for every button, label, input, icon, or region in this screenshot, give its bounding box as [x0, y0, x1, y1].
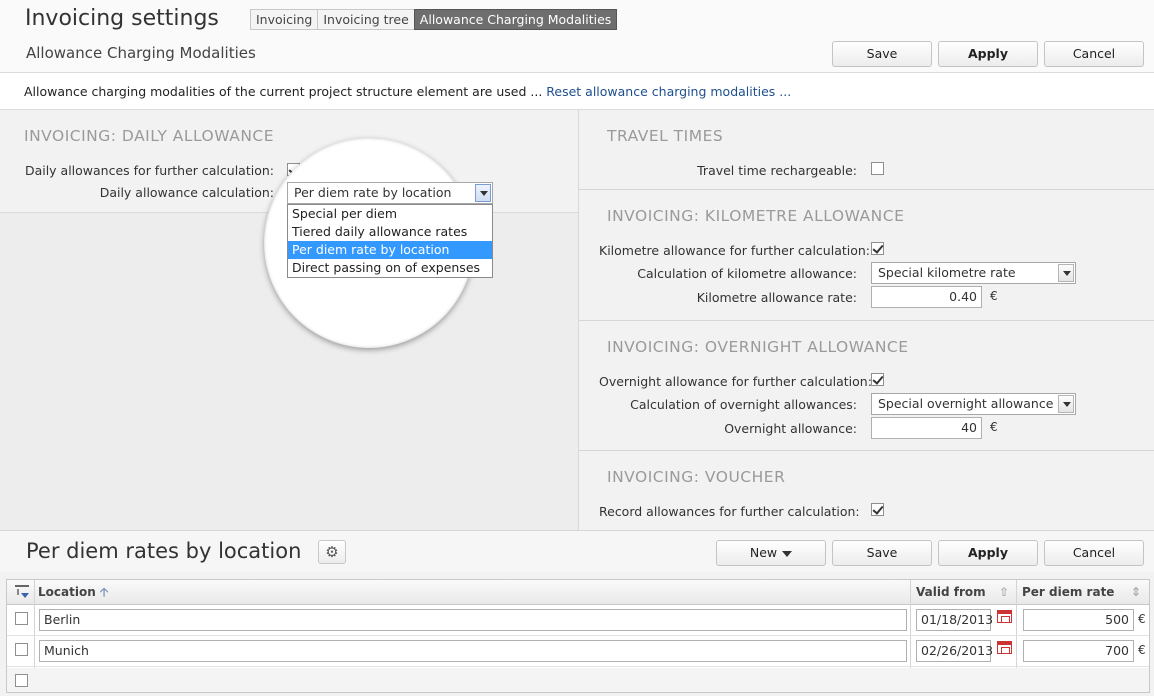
calendar-icon[interactable]	[997, 610, 1012, 623]
sort-neutral-icon: ⇕	[1130, 585, 1141, 599]
location-input[interactable]: Munich	[39, 640, 907, 662]
caret-down-icon	[782, 550, 793, 557]
dropdown-option-per-diem-by-location[interactable]: Per diem rate by location	[288, 241, 492, 259]
daily-calc-label: Daily allowance calculation:	[99, 185, 274, 200]
dropdown-option-direct-passing[interactable]: Direct passing on of expenses	[288, 259, 492, 277]
daily-calc-dropdown-list: Special per diem Tiered daily allowance …	[287, 204, 493, 278]
new-row-placeholder	[7, 668, 1149, 692]
travel-times-title: TRAVEL TIMES	[607, 127, 724, 145]
km-rate-unit: €	[990, 289, 998, 303]
new-button-label: New	[749, 545, 778, 560]
daily-further-label: Daily allowances for further calculation…	[24, 163, 274, 178]
location-input[interactable]: Berlin	[39, 609, 907, 631]
km-rate-label: Kilometre allowance rate:	[696, 290, 857, 305]
overnight-allowance-title: INVOICING: OVERNIGHT ALLOWANCE	[607, 338, 909, 356]
kilometre-allowance-title: INVOICING: KILOMETRE ALLOWANCE	[607, 207, 905, 225]
overnight-calc-label: Calculation of overnight allowances:	[630, 397, 857, 412]
chevron-down-icon	[475, 184, 491, 202]
per-diem-title: Per diem rates by location	[26, 539, 302, 563]
apply-button[interactable]: Apply	[938, 41, 1038, 67]
page-header: Invoicing settings Allowance Charging Mo…	[0, 0, 1154, 72]
valid-from-input[interactable]: 02/26/2013	[916, 640, 993, 662]
row-select-checkbox[interactable]	[15, 612, 28, 625]
chevron-down-icon	[1058, 395, 1074, 413]
info-text: Allowance charging modalities of the cur…	[24, 84, 547, 99]
voucher-record-checkbox[interactable]	[871, 503, 884, 516]
km-calc-value: Special kilometre rate	[878, 265, 1016, 280]
save-button[interactable]: Save	[832, 41, 932, 67]
column-header-location[interactable]: Location 🡡	[32, 580, 108, 605]
per-diem-rate-header-label: Per diem rate	[1022, 585, 1115, 599]
cancel-button[interactable]: Cancel	[1044, 41, 1144, 67]
calendar-icon[interactable]	[997, 641, 1012, 654]
km-rate-input[interactable]: 0.40	[871, 286, 982, 308]
overnight-further-label: Overnight allowance for further calculat…	[599, 374, 872, 389]
overnight-allowance-section: INVOICING: OVERNIGHT ALLOWANCE Overnight…	[579, 321, 1154, 451]
table-row: Munich 02/26/2013 700 €	[7, 636, 1149, 667]
column-header-valid-from[interactable]: Valid from ⇧	[910, 580, 1015, 605]
kilometre-allowance-section: INVOICING: KILOMETRE ALLOWANCE Kilometre…	[579, 190, 1154, 321]
rate-unit: €	[1138, 612, 1146, 626]
page-title: Invoicing settings	[25, 6, 219, 31]
row-select-checkbox[interactable]	[15, 674, 28, 687]
travel-times-section: TRAVEL TIMES Travel time rechargeable:	[579, 110, 1154, 190]
reset-allowance-link[interactable]: Reset allowance charging modalities ...	[546, 84, 791, 99]
voucher-record-label: Record allowances for further calculatio…	[599, 504, 860, 519]
travel-rechargeable-label: Travel time rechargeable:	[697, 163, 857, 178]
valid-from-header-label: Valid from	[916, 585, 986, 599]
row-select-checkbox[interactable]	[15, 643, 28, 656]
voucher-section: INVOICING: VOUCHER Record allowances for…	[579, 451, 1154, 530]
page-subtitle: Allowance Charging Modalities	[26, 44, 256, 62]
tab-invoicing[interactable]: Invoicing	[250, 9, 319, 30]
info-text-line: Allowance charging modalities of the cur…	[24, 84, 791, 99]
overnight-amount-input[interactable]: 40	[871, 417, 982, 439]
daily-calc-value: Per diem rate by location	[294, 185, 452, 200]
overnight-calc-select[interactable]: Special overnight allowance	[871, 393, 1076, 415]
overnight-calc-value: Special overnight allowance	[878, 396, 1054, 411]
tab-allowance-charging-modalities[interactable]: Allowance Charging Modalities	[413, 9, 618, 30]
location-header-label: Location	[38, 585, 96, 599]
valid-from-input[interactable]: 01/18/2013	[916, 609, 993, 631]
km-further-label: Kilometre allowance for further calculat…	[599, 243, 871, 258]
gear-icon[interactable]: ⚙	[318, 540, 346, 564]
table-row: Berlin 01/18/2013 500 €	[7, 605, 1149, 636]
voucher-title: INVOICING: VOUCHER	[607, 468, 786, 486]
dropdown-option-special-per-diem[interactable]: Special per diem	[288, 205, 492, 223]
km-further-checkbox[interactable]	[871, 242, 884, 255]
chevron-down-icon	[1058, 264, 1074, 282]
column-chooser-icon[interactable]	[15, 585, 29, 598]
column-header-per-diem-rate[interactable]: Per diem rate ⇕	[1016, 580, 1149, 605]
new-button[interactable]: New	[716, 540, 826, 566]
info-bar: Allowance charging modalities of the cur…	[0, 72, 1154, 110]
tab-invoicing-tree[interactable]: Invoicing tree	[317, 9, 415, 30]
grid-apply-button[interactable]: Apply	[938, 540, 1038, 566]
overnight-amount-unit: €	[990, 420, 998, 434]
rate-unit: €	[1138, 643, 1146, 657]
daily-allowance-title: INVOICING: DAILY ALLOWANCE	[24, 127, 275, 145]
sort-neutral-icon: ⇧	[998, 585, 1009, 599]
per-diem-rate-input[interactable]: 700	[1023, 640, 1134, 662]
per-diem-grid: Location 🡡 Valid from ⇧ Per diem rate ⇕ Ber…	[6, 579, 1150, 693]
per-diem-header: Per diem rates by location ⚙ New Save Ap…	[0, 530, 1154, 572]
grid-header-row: Location 🡡 Valid from ⇧ Per diem rate ⇕	[7, 580, 1149, 605]
km-calc-label: Calculation of kilometre allowance:	[637, 266, 857, 281]
travel-rechargeable-checkbox[interactable]	[871, 162, 884, 175]
km-calc-select[interactable]: Special kilometre rate	[871, 262, 1076, 284]
dropdown-option-tiered-rates[interactable]: Tiered daily allowance rates	[288, 223, 492, 241]
per-diem-rate-input[interactable]: 500	[1023, 609, 1134, 631]
tab-bar: Invoicing Invoicing tree Allowance Charg…	[250, 9, 618, 30]
settings-right-panel: TRAVEL TIMES Travel time rechargeable: I…	[578, 110, 1154, 530]
sort-up-icon: 🡡	[99, 585, 109, 599]
grid-cancel-button[interactable]: Cancel	[1044, 540, 1144, 566]
daily-calc-select[interactable]: Per diem rate by location	[287, 182, 493, 204]
grid-save-button[interactable]: Save	[832, 540, 932, 566]
overnight-amount-label: Overnight allowance:	[724, 421, 857, 436]
overnight-further-checkbox[interactable]	[871, 373, 884, 386]
